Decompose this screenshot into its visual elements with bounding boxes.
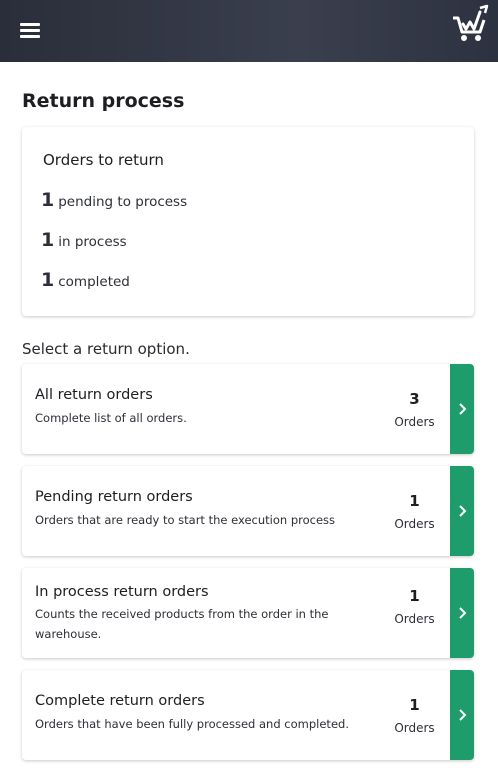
option-count: 1 — [409, 492, 420, 510]
option-description: Counts the received products from the or… — [35, 607, 329, 641]
option-all-return-orders[interactable]: All return orders Complete list of all o… — [22, 364, 474, 454]
option-count-unit: Orders — [394, 517, 435, 531]
chevron-right-icon — [458, 505, 466, 517]
option-count-unit: Orders — [394, 721, 435, 735]
select-option-label: Select a return option. — [22, 340, 190, 358]
option-count: 3 — [409, 390, 420, 408]
stat-count: 1 — [41, 229, 55, 251]
option-complete-return-orders[interactable]: Complete return orders Orders that have … — [22, 670, 474, 760]
option-title: Complete return orders — [35, 693, 205, 709]
summary-title: Orders to return — [43, 151, 164, 169]
open-option-button[interactable] — [450, 670, 474, 760]
option-count: 1 — [409, 587, 420, 605]
stat-in-process: 1 in process — [41, 229, 127, 251]
stat-completed: 1 completed — [41, 269, 130, 291]
chevron-right-icon — [458, 607, 466, 619]
open-option-button[interactable] — [450, 568, 474, 658]
open-option-button[interactable] — [450, 364, 474, 454]
option-description: Orders that have been fully processed an… — [35, 717, 349, 731]
stat-label: in process — [58, 234, 127, 250]
option-pending-return-orders[interactable]: Pending return orders Orders that are re… — [22, 466, 474, 556]
chevron-right-icon — [458, 709, 466, 721]
option-count: 1 — [409, 696, 420, 714]
open-option-button[interactable] — [450, 466, 474, 556]
option-count-unit: Orders — [394, 612, 435, 626]
stat-count: 1 — [41, 269, 55, 291]
option-title: In process return orders — [35, 584, 209, 600]
shopping-cart-logo-icon[interactable] — [450, 4, 490, 44]
option-description: Complete list of all orders. — [35, 411, 187, 425]
page-title: Return process — [22, 90, 185, 112]
hamburger-menu-icon[interactable] — [20, 23, 40, 38]
option-title: Pending return orders — [35, 489, 193, 505]
option-count-unit: Orders — [394, 415, 435, 429]
orders-summary-card: Orders to return 1 pending to process 1 … — [22, 127, 474, 316]
option-title: All return orders — [35, 387, 153, 403]
stat-count: 1 — [41, 189, 55, 211]
option-in-process-return-orders[interactable]: In process return orders Counts the rece… — [22, 568, 474, 658]
stat-pending: 1 pending to process — [41, 189, 187, 211]
chevron-right-icon — [458, 403, 466, 415]
top-app-bar — [0, 0, 498, 62]
option-description: Orders that are ready to start the execu… — [35, 513, 336, 527]
stat-label: pending to process — [58, 194, 188, 210]
stat-label: completed — [58, 274, 130, 290]
